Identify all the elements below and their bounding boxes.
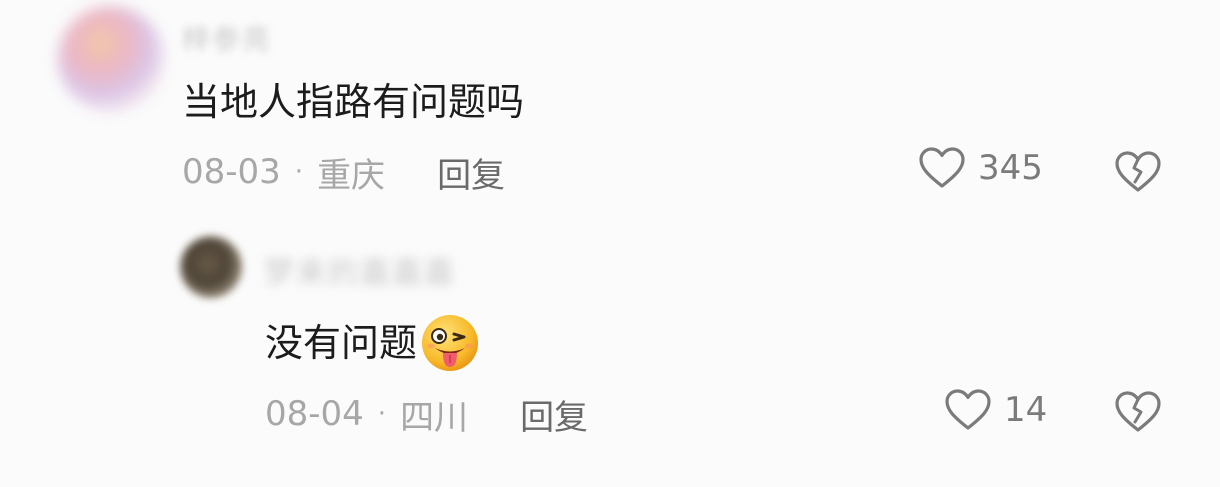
- avatar[interactable]: [58, 6, 164, 112]
- comment-thread: 梓参亮 当地人指路有问题吗 08-03 · 重庆 回复 345 梦来的嘉嘉嘉 没…: [0, 0, 1220, 487]
- comment-date: 08-03: [182, 152, 281, 192]
- reply-meta: 08-04 · 四川 回复: [265, 390, 588, 439]
- reply-button[interactable]: 回复: [520, 390, 588, 439]
- meta-separator: ·: [377, 399, 387, 429]
- broken-heart-icon[interactable]: [1114, 148, 1162, 194]
- like-button[interactable]: 14: [944, 388, 1047, 432]
- broken-heart-icon[interactable]: [1114, 388, 1162, 434]
- reply-text: 没有问题: [265, 321, 418, 365]
- like-count: 14: [1004, 390, 1048, 430]
- reply-location: 四川: [400, 397, 469, 438]
- heart-outline-icon: [919, 147, 965, 188]
- reply-avatar[interactable]: [180, 236, 242, 298]
- reply-button[interactable]: 回复: [437, 148, 505, 197]
- comment-meta: 08-03 · 重庆 回复: [182, 148, 505, 197]
- reply-text-row: 没有问题: [265, 312, 481, 374]
- meta-separator: ·: [294, 157, 304, 187]
- reply-username[interactable]: 梦来的嘉嘉嘉: [264, 248, 456, 292]
- like-button[interactable]: 345: [918, 146, 1043, 190]
- like-count: 345: [978, 148, 1043, 188]
- reply-date: 08-04: [265, 394, 364, 434]
- comment-text: 当地人指路有问题吗: [182, 80, 525, 124]
- comment-location: 重庆: [317, 155, 386, 196]
- winking-tongue-emoji-icon: [422, 315, 479, 371]
- heart-outline-icon: [945, 389, 991, 430]
- comment-username[interactable]: 梓参亮: [182, 18, 272, 58]
